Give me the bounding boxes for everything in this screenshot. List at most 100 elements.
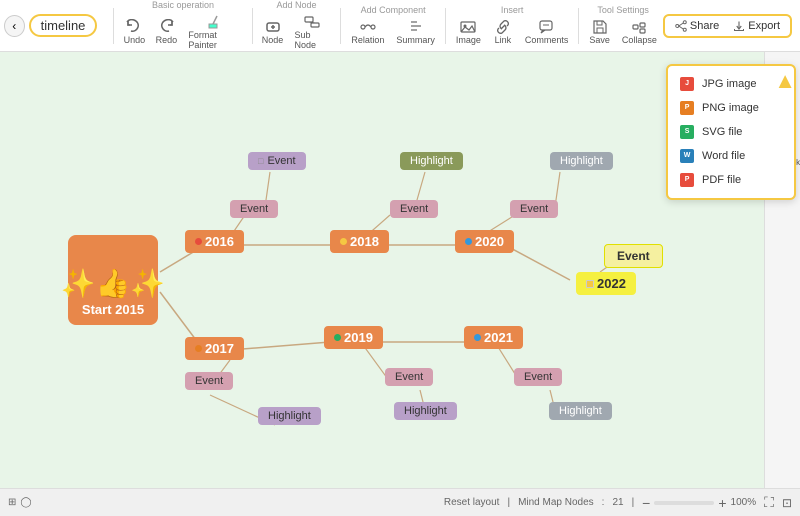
format-painter-label: Format Painter: [188, 30, 241, 50]
highlight-2020-label: Highlight: [560, 155, 603, 167]
save-label: Save: [589, 35, 610, 45]
collapse-label: Collapse: [622, 35, 657, 45]
event-2016-node[interactable]: Event: [230, 200, 278, 218]
year-2018-label: 2018: [350, 234, 379, 249]
group-label-insert: Insert: [501, 5, 524, 15]
zoom-out-button[interactable]: −: [642, 495, 650, 511]
divider-4: [445, 8, 446, 44]
share-button[interactable]: Share: [671, 18, 723, 34]
group-label-tools: Tool Settings: [597, 5, 649, 15]
redo-button[interactable]: Redo: [152, 17, 180, 47]
relation-button[interactable]: Relation: [347, 17, 388, 47]
divider-5: [578, 8, 579, 44]
highlight-2016-icon: □: [258, 156, 263, 166]
export-word-label: Word file: [702, 150, 745, 162]
toolbar: ‹ timeline Basic operation Undo Redo For…: [0, 0, 800, 52]
start-node[interactable]: ✨👍✨ Start 2015: [68, 235, 158, 325]
link-label: Link: [495, 35, 512, 45]
year-2017-node[interactable]: 2017: [185, 337, 244, 360]
event-2017-node[interactable]: Event: [185, 372, 233, 390]
save-button[interactable]: Save: [585, 17, 614, 47]
jpg-icon: J: [680, 77, 694, 91]
highlight-2018-node[interactable]: Highlight: [400, 152, 463, 170]
reset-layout-button[interactable]: Reset layout: [444, 497, 500, 508]
divider-1: [113, 8, 114, 44]
png-icon: P: [680, 101, 694, 115]
year-2019-node[interactable]: 2019: [324, 326, 383, 349]
node-label: Node: [262, 35, 284, 45]
export-pdf-option[interactable]: P PDF file: [668, 168, 794, 192]
format-painter-button[interactable]: Format Painter: [184, 12, 245, 52]
share-label: Share: [690, 20, 719, 32]
svg-icon: S: [680, 125, 694, 139]
year-2017-label: 2017: [205, 341, 234, 356]
event-2016-label: Event: [240, 203, 268, 215]
export-svg-option[interactable]: S SVG file: [668, 120, 794, 144]
export-button[interactable]: Export: [729, 18, 784, 34]
image-button[interactable]: Image: [452, 17, 485, 47]
node-button[interactable]: Node: [259, 17, 287, 47]
fullscreen-button[interactable]: ⛶: [764, 494, 774, 511]
start-node-emoji: ✨👍✨: [61, 267, 166, 300]
comments-button[interactable]: Comments: [521, 17, 573, 47]
statusbar-separator: |: [507, 497, 510, 508]
redo-label: Redo: [156, 35, 178, 45]
year-2020-dot: [465, 238, 472, 245]
event-2018-node[interactable]: Event: [390, 200, 438, 218]
subnode-button[interactable]: Sub Node: [291, 12, 335, 52]
event-2021-node[interactable]: Event: [514, 368, 562, 386]
group-label-addnode: Add Node: [276, 0, 316, 10]
comments-label: Comments: [525, 35, 569, 45]
fit-screen-button[interactable]: ⊡: [782, 496, 792, 510]
event-2018-label: Event: [400, 203, 428, 215]
event-2019-label: Event: [395, 371, 423, 383]
year-2022-node[interactable]: 2022: [576, 272, 636, 295]
export-pdf-label: PDF file: [702, 174, 741, 186]
highlight-2017-label: Highlight: [268, 410, 311, 422]
event-2020-label: Event: [520, 203, 548, 215]
image-label: Image: [456, 35, 481, 45]
mode-label: Mind Map Nodes: [518, 497, 594, 508]
year-2018-node[interactable]: 2018: [330, 230, 389, 253]
group-label-basic: Basic operation: [152, 0, 214, 10]
year-2022-label: 2022: [597, 276, 626, 291]
year-2021-node[interactable]: 2021: [464, 326, 523, 349]
statusbar: ⊞ ◯ Reset layout | Mind Map Nodes : 21 |…: [0, 488, 800, 516]
share-export-container: Share Export: [663, 14, 792, 38]
export-word-option[interactable]: W Word file: [668, 144, 794, 168]
link-button[interactable]: Link: [489, 17, 517, 47]
zoom-in-button[interactable]: +: [718, 495, 726, 511]
undo-button[interactable]: Undo: [120, 17, 148, 47]
divider-3: [340, 8, 341, 44]
event-2021-label: Event: [524, 371, 552, 383]
highlight-2016-node[interactable]: □ Event: [248, 152, 306, 170]
summary-button[interactable]: Summary: [392, 17, 439, 47]
collapse-button[interactable]: Collapse: [618, 17, 661, 47]
back-button[interactable]: ‹: [4, 15, 25, 37]
year-2022-dot: [586, 280, 594, 288]
document-title[interactable]: timeline: [29, 14, 98, 37]
export-png-option[interactable]: P PNG image: [668, 96, 794, 120]
year-2017-dot: [195, 345, 202, 352]
status-icons: ⊞ ◯: [8, 497, 32, 508]
highlight-2019-node[interactable]: Highlight: [394, 402, 457, 420]
highlight-2017-node[interactable]: Highlight: [258, 407, 321, 425]
subnode-label: Sub Node: [295, 30, 331, 50]
up-arrow-icon: ▲: [774, 68, 796, 94]
event-2022-node[interactable]: Event: [604, 244, 663, 268]
statusbar-separator-2: |: [632, 497, 635, 508]
undo-label: Undo: [124, 35, 146, 45]
node-count-colon: :: [602, 497, 605, 508]
highlight-2021-node[interactable]: Highlight: [549, 402, 612, 420]
relation-label: Relation: [351, 35, 384, 45]
export-label: Export: [748, 20, 780, 32]
highlight-2019-label: Highlight: [404, 405, 447, 417]
zoom-slider[interactable]: [654, 501, 714, 505]
year-2019-label: 2019: [344, 330, 373, 345]
group-label-component: Add Component: [361, 5, 426, 15]
event-2020-node[interactable]: Event: [510, 200, 558, 218]
event-2019-node[interactable]: Event: [385, 368, 433, 386]
year-2020-node[interactable]: 2020: [455, 230, 514, 253]
year-2016-node[interactable]: 2016: [185, 230, 244, 253]
highlight-2020-node[interactable]: Highlight: [550, 152, 613, 170]
